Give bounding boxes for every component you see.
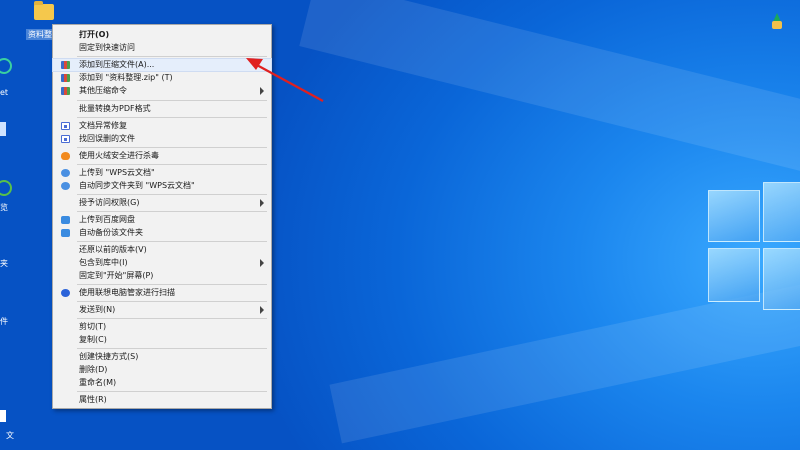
menu-item-label: 添加到 "资料整理.zip" (T) xyxy=(79,73,173,82)
menu-item-label: 固定到"开始"屏幕(P) xyxy=(79,271,154,280)
menu-item-restore-versions[interactable]: 还原以前的版本(V) xyxy=(53,244,271,256)
desktop-left-icons: et 览 夹 件 文 xyxy=(0,0,22,450)
menu-item-label: 打开(O) xyxy=(79,30,110,39)
menu-item-cut[interactable]: 剪切(T) xyxy=(53,321,271,333)
menu-separator xyxy=(77,318,267,319)
menu-item-sync-wps[interactable]: 自动同步文件夹到 "WPS云文档" xyxy=(53,180,271,192)
desktop-icon[interactable] xyxy=(0,410,6,422)
desktop-icon[interactable] xyxy=(0,122,6,136)
menu-item-recover-files[interactable]: 找回误删的文件 xyxy=(53,133,271,145)
desktop-icon[interactable] xyxy=(0,180,12,196)
menu-item-label: 剪切(T) xyxy=(79,322,107,331)
menu-separator xyxy=(77,284,267,285)
menu-item-upload-wps[interactable]: 上传到 "WPS云文档" xyxy=(53,167,271,179)
menu-item-upload-baidu[interactable]: 上传到百度网盘 xyxy=(53,214,271,226)
menu-item-doc-repair[interactable]: 文档异常修复 xyxy=(53,120,271,132)
menu-item-add-to-archive[interactable]: 添加到压缩文件(A)... xyxy=(52,58,272,72)
menu-item-label: 使用火绒安全进行杀毒 xyxy=(79,151,159,160)
menu-separator xyxy=(77,164,267,165)
menu-item-other-compress[interactable]: 其他压缩命令 xyxy=(53,85,271,97)
menu-item-label: 自动备份该文件夹 xyxy=(79,228,143,237)
zip-icon xyxy=(61,61,70,69)
folder-icon[interactable] xyxy=(34,1,54,20)
menu-separator xyxy=(77,147,267,148)
cloud-icon xyxy=(61,169,70,177)
menu-item-open[interactable]: 打开(O) xyxy=(53,29,271,41)
menu-separator xyxy=(77,56,267,57)
menu-item-add-to-zip[interactable]: 添加到 "资料整理.zip" (T) xyxy=(53,72,271,84)
baidu-netdisk-icon xyxy=(61,229,70,237)
menu-item-label: 上传到 "WPS云文档" xyxy=(79,168,155,177)
menu-item-label: 自动同步文件夹到 "WPS云文档" xyxy=(79,181,195,190)
menu-item-label: 文档异常修复 xyxy=(79,121,127,130)
menu-item-create-shortcut[interactable]: 创建快捷方式(S) xyxy=(53,351,271,363)
menu-item-label: 使用联想电脑管家进行扫描 xyxy=(79,288,175,297)
menu-item-label: 找回误删的文件 xyxy=(79,134,135,143)
fire-icon xyxy=(61,152,70,160)
menu-item-batch-pdf[interactable]: 批量转换为PDF格式 xyxy=(53,103,271,115)
menu-item-lenovo-scan[interactable]: 使用联想电脑管家进行扫描 xyxy=(53,287,271,299)
menu-item-label: 重命名(M) xyxy=(79,378,117,387)
menu-separator xyxy=(77,391,267,392)
menu-item-huorong-scan[interactable]: 使用火绒安全进行杀毒 xyxy=(53,150,271,162)
menu-item-delete[interactable]: 删除(D) xyxy=(53,364,271,376)
menu-separator xyxy=(77,301,267,302)
menu-separator xyxy=(77,241,267,242)
light-beam xyxy=(299,0,800,172)
desktop-icon-label: 件 xyxy=(0,317,8,326)
desktop-icon-label: 览 xyxy=(0,203,8,212)
chevron-right-icon xyxy=(260,306,264,314)
menu-separator xyxy=(77,194,267,195)
desktop-icon-label: 夹 xyxy=(0,259,8,268)
menu-item-label: 上传到百度网盘 xyxy=(79,215,135,224)
menu-item-label: 固定到快速访问 xyxy=(79,43,135,52)
menu-item-grant-access[interactable]: 授予访问权限(G) xyxy=(53,197,271,209)
desktop-icon-label: 文 xyxy=(6,431,14,440)
menu-separator xyxy=(77,117,267,118)
menu-item-copy[interactable]: 复制(C) xyxy=(53,334,271,346)
tree-icon[interactable] xyxy=(772,13,782,31)
zip-icon xyxy=(61,87,70,95)
menu-item-send-to[interactable]: 发送到(N) xyxy=(53,304,271,316)
menu-separator xyxy=(77,100,267,101)
menu-item-label: 发送到(N) xyxy=(79,305,116,314)
cloud-icon xyxy=(61,182,70,190)
lenovo-icon xyxy=(61,289,70,297)
menu-item-label: 创建快捷方式(S) xyxy=(79,352,139,361)
zip-icon xyxy=(61,74,70,82)
desktop-icon[interactable] xyxy=(0,58,12,74)
chevron-right-icon xyxy=(260,199,264,207)
menu-item-label: 添加到压缩文件(A)... xyxy=(79,60,155,69)
chevron-right-icon xyxy=(260,259,264,267)
desktop-icon-label: et xyxy=(0,88,9,97)
menu-item-auto-backup[interactable]: 自动备份该文件夹 xyxy=(53,227,271,239)
doc-repair-icon xyxy=(61,122,70,130)
menu-item-pin-quick-access[interactable]: 固定到快速访问 xyxy=(53,42,271,54)
chevron-right-icon xyxy=(260,87,264,95)
menu-separator xyxy=(77,211,267,212)
menu-item-label: 包含到库中(I) xyxy=(79,258,128,267)
menu-item-properties[interactable]: 属性(R) xyxy=(53,394,271,406)
menu-item-label: 批量转换为PDF格式 xyxy=(79,104,151,113)
menu-item-rename[interactable]: 重命名(M) xyxy=(53,377,271,389)
menu-item-include-library[interactable]: 包含到库中(I) xyxy=(53,257,271,269)
menu-separator xyxy=(77,348,267,349)
menu-item-label: 删除(D) xyxy=(79,365,108,374)
menu-item-label: 还原以前的版本(V) xyxy=(79,245,147,254)
menu-item-label: 属性(R) xyxy=(79,395,107,404)
context-menu: 打开(O) 固定到快速访问 添加到压缩文件(A)... 添加到 "资料整理.zi… xyxy=(52,24,272,409)
menu-item-label: 其他压缩命令 xyxy=(79,86,127,95)
baidu-netdisk-icon xyxy=(61,216,70,224)
menu-item-pin-start[interactable]: 固定到"开始"屏幕(P) xyxy=(53,270,271,282)
windows-logo-icon xyxy=(708,182,800,315)
menu-item-label: 授予访问权限(G) xyxy=(79,198,140,207)
recover-icon xyxy=(61,135,70,143)
menu-item-label: 复制(C) xyxy=(79,335,107,344)
